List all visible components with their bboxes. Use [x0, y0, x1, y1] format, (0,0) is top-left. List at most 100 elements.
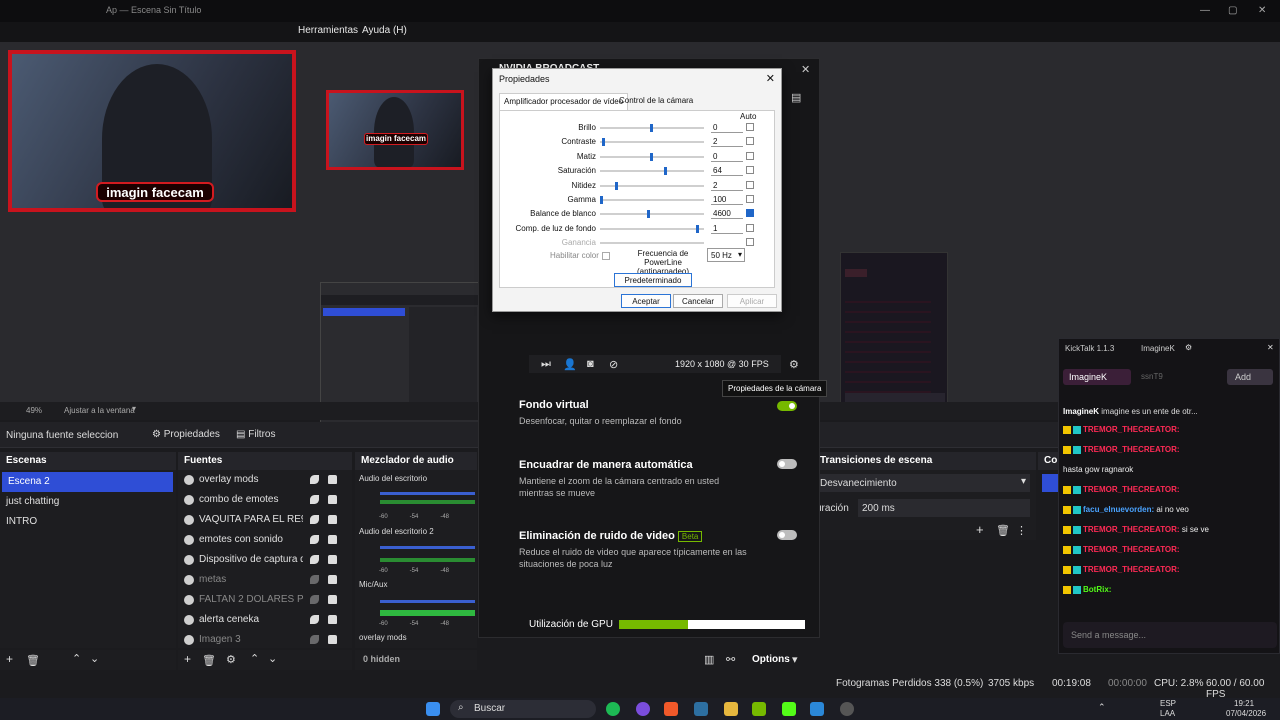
link-icon[interactable]: ⚯ [726, 653, 735, 666]
source-item[interactable]: alerta ceneka [178, 610, 352, 630]
options-button[interactable]: Options [752, 654, 790, 665]
auto-checkbox[interactable] [746, 123, 754, 131]
source-item[interactable]: combo de emotes [178, 490, 352, 510]
auto-checkbox[interactable] [746, 209, 754, 218]
property-slider[interactable] [600, 167, 704, 176]
brave-icon[interactable] [664, 702, 678, 716]
slider-thumb[interactable] [696, 224, 699, 233]
color-enable-checkbox[interactable] [602, 252, 610, 260]
property-value[interactable]: 2 [711, 135, 743, 148]
cancel-button[interactable]: Cancelar [673, 294, 723, 308]
kick-icon[interactable] [782, 702, 796, 716]
volume-slider[interactable] [380, 546, 475, 549]
maximize-icon[interactable]: ▢ [1228, 5, 1237, 16]
lock-icon[interactable] [328, 595, 337, 604]
visibility-icon[interactable] [310, 555, 319, 564]
lock-icon[interactable] [328, 635, 337, 644]
nvidia-icon[interactable] [752, 702, 766, 716]
auto-checkbox[interactable] [746, 180, 754, 189]
chat-username[interactable]: TREMOR_THECREATOR: [1083, 425, 1180, 434]
visibility-icon[interactable] [310, 615, 319, 624]
arrow-up-icon[interactable]: ⌃ [250, 652, 259, 665]
arrow-down-icon[interactable]: ⌄ [90, 652, 99, 665]
apply-button[interactable]: Aplicar [727, 294, 777, 308]
steam-icon[interactable] [694, 702, 708, 716]
arrow-down-icon[interactable]: ⌄ [268, 652, 277, 665]
close-icon[interactable]: ✕ [766, 72, 775, 85]
property-slider[interactable] [600, 196, 704, 204]
lock-icon[interactable] [328, 495, 337, 504]
powerline-select[interactable]: 50 Hz ▾ [707, 248, 745, 262]
slider-thumb[interactable] [647, 210, 650, 219]
visibility-icon[interactable] [310, 595, 319, 604]
default-button[interactable]: Predeterminado [614, 273, 692, 287]
visibility-icon[interactable] [310, 575, 319, 584]
property-value[interactable]: 2 [711, 179, 743, 191]
property-value[interactable]: 4600 [711, 207, 743, 220]
visibility-icon[interactable] [310, 495, 319, 504]
property-value[interactable]: 1 [711, 222, 743, 234]
chat-username[interactable]: TREMOR_THECREATOR: [1083, 485, 1180, 494]
chat-username[interactable]: TREMOR_THECREATOR: [1083, 545, 1180, 554]
settings-icon[interactable]: ⚙ [789, 358, 799, 371]
spotify-icon[interactable] [606, 702, 620, 716]
volume-slider[interactable] [380, 492, 475, 495]
lock-icon[interactable] [328, 555, 337, 564]
chat-username[interactable]: BotRix: [1083, 585, 1111, 594]
property-slider[interactable] [600, 138, 704, 147]
arrow-up-icon[interactable]: ⌃ [72, 652, 81, 665]
folder-icon[interactable] [724, 702, 738, 716]
property-value[interactable]: 0 [711, 150, 743, 162]
virtual-background-toggle[interactable] [777, 401, 797, 411]
visibility-icon[interactable] [310, 535, 319, 544]
skip-icon[interactable]: ⏭ [541, 358, 551, 371]
visibility-icon[interactable] [310, 635, 319, 644]
chat-username[interactable]: facu_elnuevorden: [1083, 505, 1154, 514]
property-slider[interactable] [600, 242, 704, 245]
ok-button[interactable]: Aceptar [621, 294, 671, 308]
source-item[interactable]: overlay mods [178, 470, 352, 490]
properties-button[interactable]: ⚙ Propiedades [152, 429, 220, 440]
hide-icon[interactable]: ⊘ [609, 358, 618, 371]
chat-icon[interactable]: ▤ [791, 91, 801, 104]
chat-username[interactable]: TREMOR_THECREATOR: [1083, 565, 1180, 574]
auto-checkbox[interactable] [746, 238, 754, 247]
property-slider[interactable] [600, 224, 704, 233]
auto-checkbox[interactable] [746, 166, 754, 175]
video-noise-toggle[interactable] [777, 530, 797, 540]
transition-select[interactable]: Desvanecimiento ▾ [816, 474, 1030, 492]
scene-item[interactable]: INTRO [0, 512, 176, 532]
source-item[interactable]: FALTAN 2 DOLARES PARA E [178, 590, 352, 610]
auto-checkbox[interactable] [746, 151, 754, 160]
add-transition-icon[interactable]: + [976, 522, 984, 537]
add-scene-icon[interactable]: + [6, 652, 13, 666]
taskbar-search[interactable]: Buscar [450, 700, 596, 718]
volume-slider[interactable] [380, 600, 475, 603]
zoom-level[interactable]: 49% [26, 406, 42, 415]
slider-thumb[interactable] [650, 152, 653, 161]
slider-thumb[interactable] [600, 196, 603, 204]
source-item[interactable]: Imagen 3 [178, 630, 352, 650]
gear-icon[interactable]: ⚙ [226, 653, 236, 666]
trash-icon[interactable]: 🗑 [996, 524, 1010, 537]
source-item[interactable]: Dispositivo de captura de v [178, 550, 352, 570]
slider-thumb[interactable] [602, 138, 605, 147]
add-channel-button[interactable]: Add [1227, 369, 1273, 385]
duration-input[interactable]: 200 ms [858, 499, 1030, 517]
layout-icon[interactable]: ▥ [704, 653, 714, 666]
chevron-down-icon[interactable]: ▾ [132, 404, 136, 413]
obs-icon[interactable] [840, 702, 854, 716]
chat-username[interactable]: TREMOR_THECREATOR: [1083, 445, 1180, 454]
tab-video-proc[interactable]: Amplificador procesador de vídeo [499, 93, 629, 111]
person-icon[interactable]: 👤 [563, 358, 577, 371]
more-icon[interactable]: ⋮ [1016, 524, 1027, 537]
lock-icon[interactable] [328, 535, 337, 544]
scene-item[interactable]: Escena 2 [2, 472, 173, 492]
property-value[interactable]: 64 [711, 164, 743, 177]
slider-thumb[interactable] [664, 167, 667, 176]
slider-thumb[interactable] [650, 124, 653, 132]
clock-time[interactable]: 19:21 [1234, 699, 1254, 708]
close-icon[interactable]: ✕ [1267, 343, 1274, 352]
fit-window-label[interactable]: Ajustar a la ventana [64, 406, 135, 415]
slider-thumb[interactable] [615, 181, 618, 190]
